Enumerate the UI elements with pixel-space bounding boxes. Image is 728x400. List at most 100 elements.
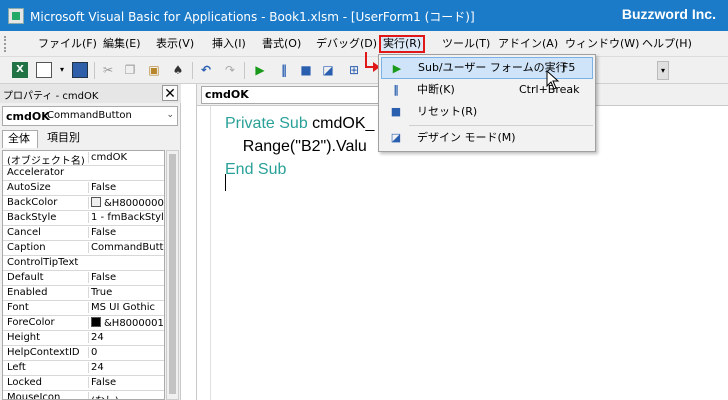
object-select[interactable]: cmdOK CommandButton ⌄ xyxy=(2,106,178,126)
property-value[interactable]: 1 - fmBackStyleOpaque xyxy=(88,212,164,223)
property-row[interactable]: BackStyle 1 - fmBackStyleOpaque xyxy=(3,211,164,226)
property-name: (オブジェクト名) xyxy=(7,156,85,166)
code-editor[interactable]: Private Sub cmdOK_ Range("B2").Valu End … xyxy=(225,112,374,181)
reset-icon: ■ xyxy=(390,105,402,118)
redo-icon[interactable]: ↷ xyxy=(222,62,238,78)
property-value[interactable]: False xyxy=(88,182,164,193)
close-icon[interactable]: ✕ xyxy=(162,85,178,102)
mouse-cursor-icon xyxy=(546,70,560,90)
property-row[interactable]: ControlTipText xyxy=(3,256,164,271)
code-margin[interactable] xyxy=(197,106,211,400)
property-row[interactable]: Accelerator xyxy=(3,166,164,181)
menu-item-label: リセット(R) xyxy=(417,105,478,118)
property-row[interactable]: ForeColor&H80000012& xyxy=(3,316,164,331)
property-row[interactable]: Left 24 xyxy=(3,361,164,376)
properties-title: プロパティ - cmdOK xyxy=(3,91,99,102)
property-value[interactable]: True xyxy=(88,287,164,298)
insert-userform-icon[interactable] xyxy=(36,62,52,78)
property-value[interactable]: False xyxy=(88,227,164,238)
property-row[interactable]: Locked False xyxy=(3,376,164,391)
menu-item-design-mode[interactable]: ◪ デザイン モード(M) xyxy=(381,127,593,149)
property-value[interactable]: cmdOK xyxy=(88,152,164,163)
menu-format[interactable]: 書式(O) xyxy=(260,35,303,53)
property-row[interactable]: Caption CommandButton1 xyxy=(3,241,164,256)
copy-icon[interactable]: ❐ xyxy=(122,62,138,78)
properties-scrollbar[interactable] xyxy=(166,150,179,400)
property-value[interactable]: False xyxy=(88,377,164,388)
property-value-backcolor[interactable]: &H8000000F& xyxy=(88,197,164,209)
standard-toolbar: X ▾ ✂ ❐ ▣ ♠ ↶ ↷ ▶ ‖ ■ ◪ ⊞ ▾ xyxy=(0,57,728,84)
property-value[interactable]: False xyxy=(88,272,164,283)
run-icon[interactable]: ▶ xyxy=(252,62,268,78)
cut-icon[interactable]: ✂ xyxy=(100,62,116,78)
property-row[interactable]: Default False xyxy=(3,271,164,286)
property-name: AutoSize xyxy=(7,182,51,193)
menubar-grip[interactable] xyxy=(4,36,8,52)
code-text: cmdOK_ xyxy=(312,115,375,132)
find-icon[interactable]: ♠ xyxy=(170,62,186,78)
property-row[interactable]: (オブジェクト名) cmdOK xyxy=(3,151,164,166)
property-name: Font xyxy=(7,302,29,313)
scrollbar-thumb[interactable] xyxy=(169,154,176,394)
property-row[interactable]: AutoSize False xyxy=(3,181,164,196)
menu-item-label: 中断(K) xyxy=(417,83,455,96)
reset-icon[interactable]: ■ xyxy=(298,62,314,78)
menu-window[interactable]: ウィンドウ(W) xyxy=(563,35,641,53)
vba-app-icon xyxy=(8,8,24,24)
menu-item-break[interactable]: ‖ 中断(K) Ctrl+Break xyxy=(381,79,593,101)
property-value[interactable]: 0 xyxy=(88,347,164,358)
break-icon: ‖ xyxy=(393,83,399,96)
menu-run[interactable]: 実行(R) xyxy=(379,35,426,53)
menu-addins[interactable]: アドイン(A) xyxy=(496,35,560,53)
property-value[interactable]: 24 xyxy=(88,362,164,373)
menu-item-reset[interactable]: ■ リセット(R) xyxy=(381,101,593,123)
properties-header: プロパティ - cmdOK ✕ xyxy=(0,84,181,103)
property-row[interactable]: MouseIcon (なし) xyxy=(3,391,164,399)
tab-categorized[interactable]: 項目別 xyxy=(42,130,85,148)
property-row[interactable]: BackColor&H8000000F& xyxy=(3,196,164,211)
menu-item-label: Sub/ユーザー フォームの実行 xyxy=(418,61,567,74)
menu-edit[interactable]: 編集(E) xyxy=(101,35,143,53)
property-name: BackStyle xyxy=(7,212,57,223)
property-value[interactable]: MS UI Gothic xyxy=(88,302,164,313)
menu-file[interactable]: ファイル(F) xyxy=(36,35,99,53)
menu-debug[interactable]: デバッグ(D) xyxy=(314,35,379,53)
property-row[interactable]: Height 24 xyxy=(3,331,164,346)
property-value-forecolor[interactable]: &H80000012& xyxy=(88,317,164,329)
chevron-down-icon[interactable]: ▾ xyxy=(54,62,70,78)
toolbar-separator xyxy=(192,62,193,79)
property-name: Accelerator xyxy=(7,167,65,178)
menu-insert[interactable]: 挿入(I) xyxy=(210,35,248,53)
undo-icon[interactable]: ↶ xyxy=(198,62,214,78)
menu-view[interactable]: 表示(V) xyxy=(154,35,196,53)
property-row[interactable]: Enabled True xyxy=(3,286,164,301)
toolbar-overflow-chevron-icon[interactable]: ▾ xyxy=(657,61,669,80)
code-text: Range("B2").Valu xyxy=(225,138,367,155)
menu-tools[interactable]: ツール(T) xyxy=(440,35,492,53)
toolbar-separator xyxy=(94,62,95,79)
save-icon[interactable] xyxy=(72,62,88,78)
menu-bar: ファイル(F) 編集(E) 表示(V) 挿入(I) 書式(O) デバッグ(D) … xyxy=(0,31,728,57)
property-name: Height xyxy=(7,332,41,343)
excel-icon[interactable]: X xyxy=(12,62,28,78)
forecolor-value: &H80000012& xyxy=(104,318,164,329)
property-row[interactable]: HelpContextID 0 xyxy=(3,346,164,361)
menu-item-run-sub[interactable]: ▶ Sub/ユーザー フォームの実行 F5 xyxy=(381,57,593,79)
property-name: Default xyxy=(7,272,44,283)
property-name: Left xyxy=(7,362,26,373)
tab-alphabetic[interactable]: 全体 xyxy=(2,130,38,148)
design-mode-icon[interactable]: ◪ xyxy=(320,62,336,78)
property-value[interactable]: CommandButton1 xyxy=(88,242,164,253)
project-explorer-icon[interactable]: ⊞ xyxy=(346,62,362,78)
brand-label: Buzzword Inc. xyxy=(621,6,716,22)
paste-icon[interactable]: ▣ xyxy=(146,62,162,78)
chevron-down-icon[interactable]: ⌄ xyxy=(166,110,174,120)
property-row[interactable]: Font MS UI Gothic xyxy=(3,301,164,316)
property-row[interactable]: Cancel False xyxy=(3,226,164,241)
property-value[interactable]: (なし) xyxy=(88,392,164,399)
property-value[interactable]: 24 xyxy=(88,332,164,343)
break-icon[interactable]: ‖ xyxy=(276,62,292,78)
menu-help[interactable]: ヘルプ(H) xyxy=(640,35,694,53)
menu-separator xyxy=(409,125,593,126)
object-dropdown[interactable]: cmdOK xyxy=(201,86,381,104)
